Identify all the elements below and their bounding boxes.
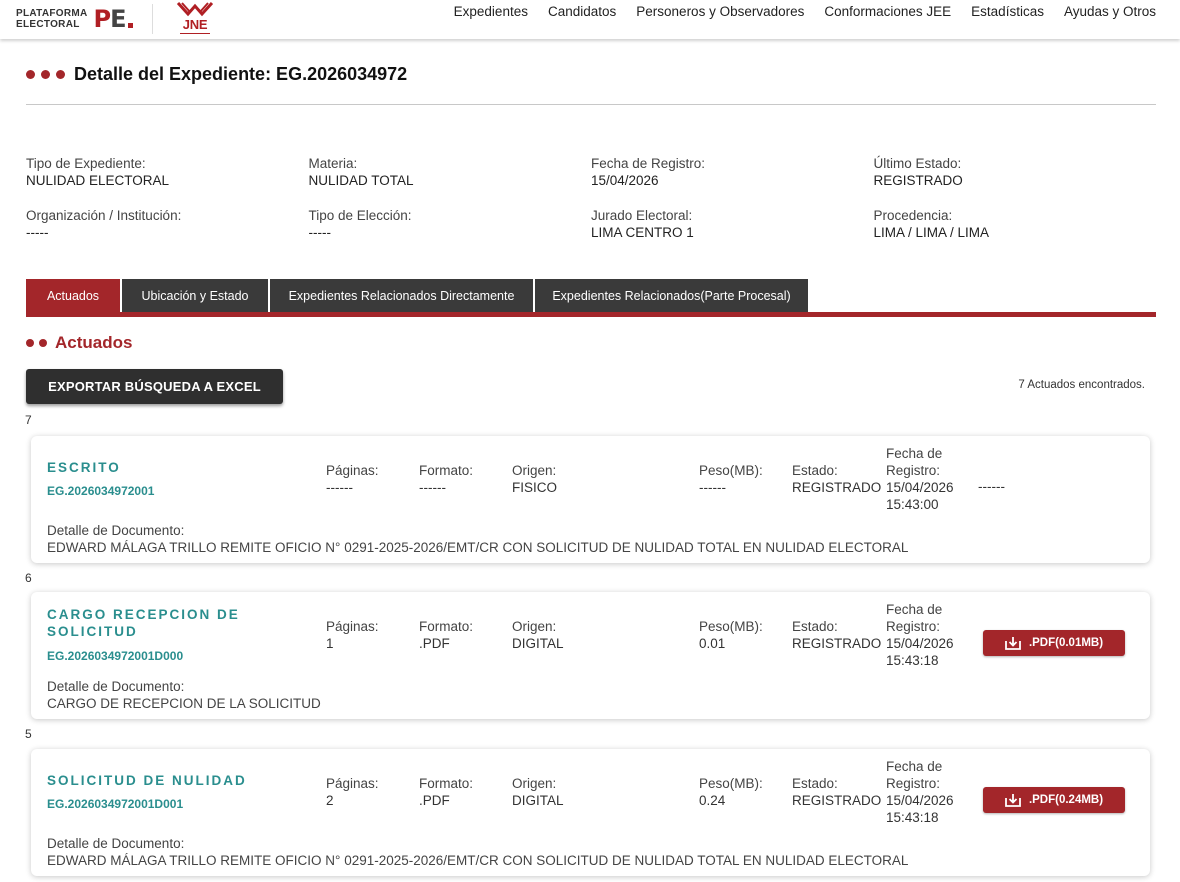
logo-pe-line1: PLATAFORMA [16,8,88,19]
info-ultimo-estado: Último Estado: REGISTRADO [873,156,963,188]
field-fecha-registro: Fecha de Registro: 15/04/2026 15:43:18 [886,759,954,825]
download-icon [1005,637,1021,650]
pe-logo-mark-icon: PE [94,7,133,31]
field-origen: Origen: DIGITAL [512,619,564,651]
section-title: Actuados [55,333,133,352]
field-origen: Origen: FISICO [512,463,558,495]
field-formato: Formato: .PDF [419,776,474,808]
tab-relacionados-directamente[interactable]: Expedientes Relacionados Directamente [270,279,533,313]
section-dots-icon [26,339,47,347]
title-divider [26,104,1156,105]
record-card: CARGO RECEPCION DE SOLICITUD EG.20260349… [31,592,1150,719]
download-pdf-button[interactable]: .PDF(0.01MB) [983,630,1125,656]
record-number: 7 [25,413,32,427]
document-type: ESCRITO [47,460,121,475]
document-detail: Detalle de Documento: EDWARD MÁLAGA TRILL… [47,836,909,868]
field-fecha-registro: Fecha de Registro: 15/04/2026 15:43:00 [886,446,954,512]
page-title: Detalle del Expediente: EG.2026034972 [74,64,408,84]
field-estado: Estado: REGISTRADO [792,463,882,495]
nav-ayudas[interactable]: Ayudas y Otros [1064,4,1156,19]
field-paginas: Páginas: 1 [326,619,379,651]
main-nav: Expedientes Candidatos Personeros y Obse… [454,4,1156,19]
download-icon [1005,794,1021,807]
document-code: EG.2026034972001D000 [47,649,184,663]
document-detail: Detalle de Documento: EDWARD MÁLAGA TRILL… [47,523,909,555]
plataforma-electoral-logo[interactable]: PLATAFORMA ELECTORAL PE [16,5,133,33]
document-code: EG.2026034972001 [47,484,155,498]
field-fecha-registro: Fecha de Registro: 15/04/2026 15:43:18 [886,602,954,668]
logo-divider [152,4,153,34]
page-title-block: Detalle del Expediente: EG.2026034972 [26,64,407,85]
expediente-info: Tipo de Expediente: NULIDAD ELECTORAL Ma… [26,155,1156,259]
nav-estadisticas[interactable]: Estadísticas [971,4,1044,19]
info-tipo-eleccion: Tipo de Elección: ----- [308,208,412,240]
record-card: SOLICITUD DE NULIDAD EG.2026034972001D00… [31,749,1150,876]
download-pdf-label: .PDF(0.24MB) [1028,794,1104,806]
info-organizacion: Organización / Institución: ----- [26,208,182,240]
nav-personeros[interactable]: Personeros y Observadores [636,4,804,19]
field-formato: Formato: ------ [419,463,474,495]
export-excel-button[interactable]: EXPORTAR BÚSQUEDA A EXCEL [26,369,283,404]
jne-logo-text: JNE [182,17,208,32]
field-paginas: Páginas: 2 [326,776,379,808]
field-origen: Origen: DIGITAL [512,776,564,808]
field-peso: Peso(MB): 0.01 [699,619,763,651]
field-formato: Formato: .PDF [419,619,474,651]
download-pdf-button[interactable]: .PDF(0.24MB) [983,787,1125,813]
field-estado: Estado: REGISTRADO [792,619,882,651]
results-count: 7 Actuados encontrados. [1018,379,1145,391]
record-number: 6 [25,571,32,585]
field-paginas: Páginas: ------ [326,463,379,495]
detail-tabs: Actuados Ubicación y Estado Expedientes … [26,279,808,313]
info-jurado: Jurado Electoral: LIMA CENTRO 1 [591,208,694,240]
tab-actuados[interactable]: Actuados [26,279,120,313]
record-number: 5 [25,727,32,741]
download-pdf-label: .PDF(0.01MB) [1028,637,1104,649]
info-fecha-registro: Fecha de Registro: 15/04/2026 [591,156,706,188]
field-peso: Peso(MB): ------ [699,463,763,495]
document-type: CARGO RECEPCION DE SOLICITUD [47,607,240,639]
info-tipo-expediente: Tipo de Expediente: NULIDAD ELECTORAL [26,156,170,188]
section-title-block: Actuados [26,333,132,353]
info-procedencia: Procedencia: LIMA / LIMA / LIMA [873,208,990,240]
document-detail: Detalle de Documento: CARGO DE RECEPCION … [47,679,321,711]
field-peso: Peso(MB): 0.24 [699,776,763,808]
record-card: ESCRITO EG.2026034972001 Páginas: ------ … [31,436,1150,563]
nav-expedientes[interactable]: Expedientes [454,4,528,19]
top-navigation-bar: PLATAFORMA ELECTORAL PE JNE Expedientes … [0,0,1180,39]
nav-candidatos[interactable]: Candidatos [548,4,616,19]
field-estado: Estado: REGISTRADO [792,776,882,808]
tab-underline [26,312,1156,317]
document-code: EG.2026034972001D001 [47,797,184,811]
logo-pe-line2: ELECTORAL [16,19,80,30]
info-materia: Materia: NULIDAD TOTAL [308,156,414,188]
tab-relacionados-parte-procesal[interactable]: Expedientes Relacionados(Parte Procesal) [535,279,808,313]
tab-ubicacion-estado[interactable]: Ubicación y Estado [122,279,268,313]
title-dots-icon [26,70,65,79]
document-type: SOLICITUD DE NULIDAD [47,773,247,788]
file-unavailable: ------ [978,479,1005,494]
nav-conformaciones[interactable]: Conformaciones JEE [824,4,951,19]
